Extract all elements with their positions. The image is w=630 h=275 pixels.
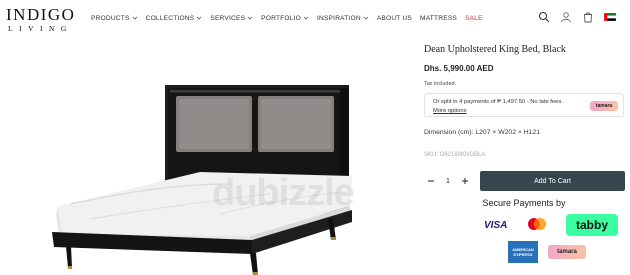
product-price: Dhs. 5,990.00 AED: [424, 64, 494, 73]
nav-item-label: SALE: [465, 14, 483, 22]
chevron-down-icon: [247, 16, 253, 20]
amex-logo: AMERICAN EXPRESS: [508, 241, 538, 263]
logo-main-text: INDIGO: [6, 5, 76, 24]
installment-widget: Or split in 4 payments of ₱ 1,497.50 - N…: [424, 93, 624, 117]
tamara-badge: tamara: [590, 101, 618, 111]
tabby-logo: tabby: [566, 214, 618, 236]
cart-icon[interactable]: [582, 11, 594, 23]
chevron-down-icon: [132, 16, 137, 20]
nav-item-mattress[interactable]: MATTRESS: [420, 13, 457, 23]
nav-item-label: COLLECTIONS: [145, 14, 195, 22]
nav-item-label: INSPIRATION: [316, 14, 361, 22]
nav-item-collections[interactable]: COLLECTIONS: [146, 13, 203, 23]
add-to-cart-button[interactable]: Add To Cart: [480, 171, 625, 191]
tax-note: Tax included.: [424, 81, 457, 87]
plus-icon[interactable]: [458, 174, 472, 188]
nav-item-label: PORTFOLIO: [261, 14, 301, 22]
brand-logo[interactable]: INDIGO LIVING: [6, 6, 78, 36]
chevron-down-icon: [197, 16, 202, 20]
more-options-link[interactable]: More options: [433, 108, 467, 114]
main-nav: PRODUCTS COLLECTIONS SERVICES PORTFOLIO …: [91, 13, 491, 23]
product-image[interactable]: dubizzle: [0, 44, 412, 275]
nav-item-label: MATTRESS: [420, 14, 458, 22]
mastercard-icon: [528, 218, 546, 230]
nav-item-services[interactable]: SERVICES: [210, 13, 253, 23]
nav-item-products[interactable]: PRODUCTS: [91, 13, 138, 23]
nav-item-label: ABOUT US: [376, 14, 412, 22]
nav-item-portfolio[interactable]: PORTFOLIO: [261, 13, 309, 23]
visa-logo: VISA: [484, 220, 508, 231]
nav-item-sale[interactable]: SALE: [465, 13, 483, 23]
watermark-text: dubizzle: [212, 172, 355, 214]
nav-item-label: SERVICES: [210, 14, 246, 22]
uae-flag-icon[interactable]: [604, 13, 616, 21]
nav-item-inspiration[interactable]: INSPIRATION: [317, 13, 369, 23]
account-icon[interactable]: [560, 11, 572, 23]
search-icon[interactable]: [538, 11, 550, 23]
chevron-down-icon: [363, 16, 369, 20]
quantity-stepper: 1: [424, 172, 472, 190]
site-header: INDIGO LIVING PRODUCTS COLLECTIONS SERVI…: [0, 0, 630, 38]
nav-item-about-us[interactable]: ABOUT US: [377, 13, 412, 23]
installment-text: Or split in 4 payments of ₱ 1,497.50 - N…: [433, 99, 563, 105]
amex-line-2: EXPRESS: [513, 252, 533, 257]
header-icons: [538, 11, 616, 23]
chevron-down-icon: [303, 16, 309, 20]
minus-icon[interactable]: [424, 174, 438, 188]
nav-item-label: PRODUCTS: [91, 14, 130, 22]
payment-logos-row-2: AMERICAN EXPRESS tamara: [508, 241, 598, 265]
secure-payments-heading: Secure Payments by: [482, 198, 566, 208]
bed-illustration: [52, 85, 352, 275]
logo-sub-text: LIVING: [8, 24, 73, 33]
product-title: Dean Upholstered King Bed, Black: [424, 44, 566, 55]
payment-logos-row-1: VISA tabby: [484, 214, 624, 238]
product-sku: SKU: O62180KNGBLA: [424, 152, 486, 158]
tamara-logo: tamara: [548, 245, 586, 259]
product-dimension: Dimension (cm): L207 × W202 × H121: [424, 129, 540, 136]
quantity-input[interactable]: 1: [438, 178, 458, 185]
